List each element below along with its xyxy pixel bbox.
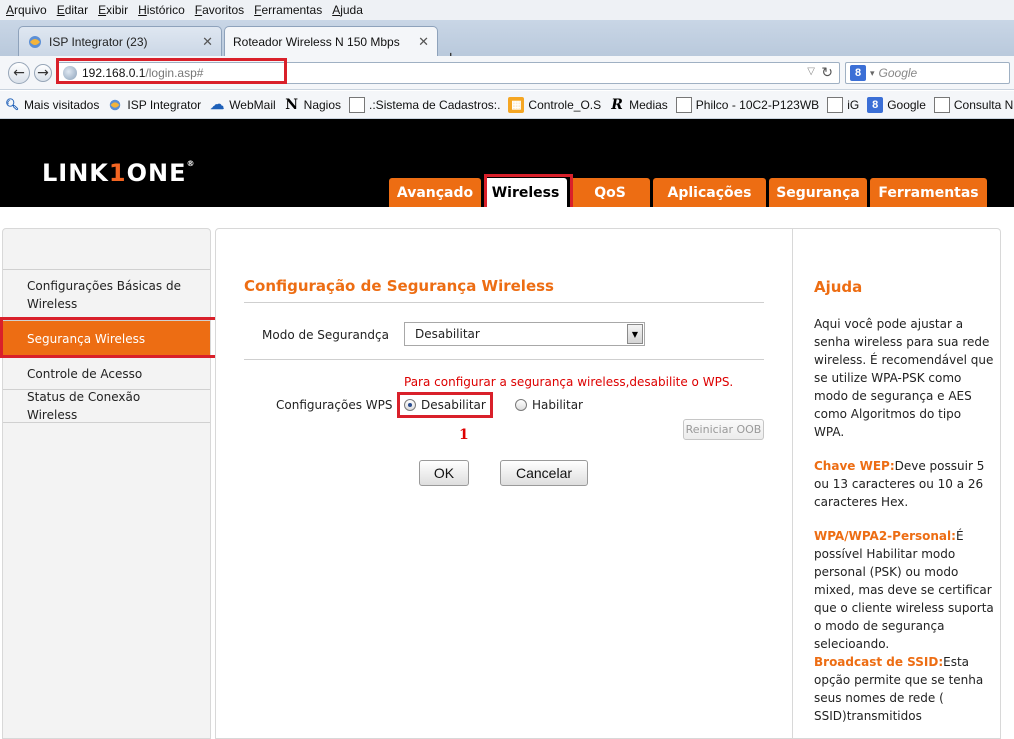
browser-tab-label: ISP Integrator (23) [49, 34, 148, 49]
page-icon [675, 96, 692, 113]
bookmark-nagios[interactable]: N Nagios [284, 97, 341, 113]
help-title: Ajuda [814, 278, 863, 296]
sidebar-item-status-conexao[interactable]: Status de Conexão Wireless [3, 389, 210, 423]
url-highlight-box [56, 58, 287, 84]
wireless-tab-highlight-box [484, 174, 573, 210]
isp-favicon-icon [27, 34, 43, 50]
wps-label: Configurações WPS [276, 398, 393, 412]
menu-exibir[interactable]: Exibir [98, 3, 128, 17]
bookmark-controle-os[interactable]: ▦ Controle_O.S [508, 96, 601, 113]
divider [244, 359, 764, 360]
divider [244, 302, 764, 303]
bookmarks-bar: 🔍︎ Mais visitados ISP Integrator ☁ WebMail… [0, 91, 1014, 119]
nagios-icon: N [285, 96, 299, 113]
page-icon [827, 96, 844, 113]
sidebar-highlight-box [0, 317, 222, 358]
bookmark-google[interactable]: 8 Google [867, 96, 926, 113]
menu-favoritos[interactable]: Favoritos [195, 3, 244, 17]
sidebar-item-config-basicas[interactable]: Configurações Básicas de Wireless [3, 269, 210, 320]
back-button[interactable]: ← [8, 62, 30, 84]
bookmark-isp-integrator[interactable]: ISP Integrator [107, 97, 201, 113]
wps-warning-text: Para configurar a segurança wireless,des… [404, 375, 734, 389]
search-input[interactable]: 8 ▾ Google [845, 62, 1010, 84]
google-icon: 8 [867, 96, 884, 113]
cloud-icon: ☁ [210, 96, 225, 112]
bookmark-medias[interactable]: R Medias [609, 97, 668, 113]
reset-oob-button[interactable]: Reiniciar OOB [683, 419, 764, 440]
browser-tab-isp-integrator[interactable]: ISP Integrator (23) ✕ [18, 26, 222, 56]
chevron-down-icon[interactable]: ▽ [807, 66, 815, 77]
search-placeholder: Google [878, 66, 918, 80]
help-wep: Chave WEP:Deve possuir 5 ou 13 caractere… [814, 459, 985, 509]
bookmark-philco[interactable]: Philco - 10C2-P123WB [675, 96, 819, 113]
annotation-number: 1 [459, 427, 469, 443]
chevron-down-icon[interactable]: ▾ [870, 68, 875, 79]
page-icon [933, 96, 950, 113]
page-title: Configuração de Segurança Wireless [244, 277, 554, 295]
menu-bar: Arquivo Editar Exibir Histórico Favorito… [0, 0, 1014, 20]
bookmark-consulta[interactable]: Consulta Núme [933, 96, 1014, 113]
tab-strip: ISP Integrator (23) ✕ Roteador Wireless … [0, 20, 1014, 67]
menu-ajuda[interactable]: Ajuda [332, 3, 363, 17]
sidebar: Configurações Básicas de Wireless Segura… [2, 228, 211, 739]
page-icon [349, 96, 366, 113]
google-icon[interactable]: 8 [850, 65, 866, 81]
tab-seguranca[interactable]: Segurança [769, 178, 867, 207]
isp-favicon-icon [107, 97, 123, 113]
sidebar-item-controle-acesso[interactable]: Controle de Acesso [3, 357, 210, 389]
router-top-nav: Avançado Wireless QoS Aplicações Seguran… [389, 178, 987, 207]
close-tab-icon[interactable]: ✕ [418, 34, 429, 50]
menu-arquivo[interactable]: Arquivo [6, 3, 47, 17]
arrow-left-icon: ← [13, 65, 25, 81]
grid-icon: ▦ [508, 96, 525, 113]
chevron-down-icon[interactable]: ▼ [627, 324, 643, 344]
link-one-logo: LINK1ONE® [42, 159, 196, 187]
security-mode-select[interactable]: Desabilitar ▼ [404, 322, 645, 346]
radio-unchecked-icon[interactable] [515, 399, 527, 411]
menu-editar[interactable]: Editar [57, 3, 88, 17]
tab-aplicacoes[interactable]: Aplicações [653, 178, 766, 207]
tab-qos[interactable]: QoS [570, 178, 650, 207]
browser-tab-router[interactable]: Roteador Wireless N 150 Mbps ✕ [224, 26, 438, 56]
menu-ferramentas[interactable]: Ferramentas [254, 3, 322, 17]
help-wpa: WPA/WPA2-Personal:É possível Habilitar m… [814, 529, 994, 651]
cancel-button[interactable]: Cancelar [500, 460, 588, 486]
help-ssid: Broadcast de SSID:Esta opção permite que… [814, 655, 984, 723]
bookmark-ig[interactable]: iG [827, 96, 859, 113]
menu-historico[interactable]: Histórico [138, 3, 185, 17]
r-icon: R [611, 96, 623, 113]
wps-highlight-box [397, 392, 493, 418]
tab-ferramentas[interactable]: Ferramentas [870, 178, 987, 207]
search-icon: 🔍︎ [5, 99, 19, 111]
wps-enable-radio[interactable]: Habilitar [515, 398, 583, 412]
ok-button[interactable]: OK [419, 460, 469, 486]
forward-button[interactable]: → [34, 64, 52, 82]
arrow-right-icon: → [37, 65, 49, 81]
security-mode-label: Modo de Segurandça [262, 328, 389, 342]
bookmark-webmail[interactable]: ☁ WebMail [209, 96, 275, 113]
help-intro: Aqui você pode ajustar a senha wireless … [814, 317, 994, 439]
bookmark-sistema-cadastros[interactable]: .:Sistema de Cadastros:. [349, 96, 500, 113]
tab-avancado[interactable]: Avançado [389, 178, 481, 207]
browser-tab-label: Roteador Wireless N 150 Mbps [233, 34, 400, 49]
reload-icon[interactable]: ↻ [821, 64, 833, 81]
security-mode-value: Desabilitar [415, 327, 480, 341]
bookmark-mais-visitados[interactable]: 🔍︎ Mais visitados [4, 97, 99, 113]
close-tab-icon[interactable]: ✕ [202, 34, 213, 50]
